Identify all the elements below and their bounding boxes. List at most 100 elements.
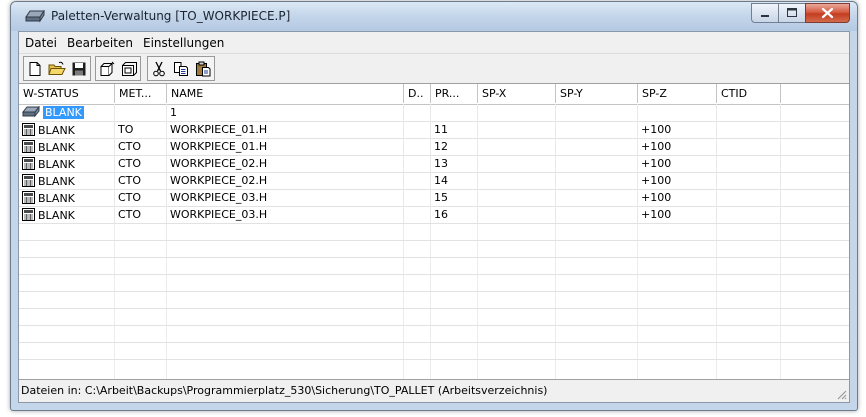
- open-button[interactable]: [46, 57, 68, 80]
- save-button[interactable]: [68, 57, 90, 80]
- cell-pr[interactable]: 11: [431, 121, 478, 138]
- minimize-button[interactable]: [751, 3, 779, 23]
- cell-pr[interactable]: [431, 104, 478, 121]
- cell-sp-z[interactable]: [638, 104, 717, 121]
- cell-d[interactable]: [404, 189, 431, 206]
- cell-status[interactable]: BLANK: [19, 104, 115, 121]
- cell-method[interactable]: CTO: [115, 206, 167, 223]
- cell-sp-z[interactable]: +100: [638, 121, 717, 138]
- cell-name[interactable]: 1: [167, 104, 404, 121]
- column-header-d[interactable]: D..: [404, 84, 431, 103]
- cell-d[interactable]: [404, 104, 431, 121]
- maximize-button[interactable]: [778, 3, 806, 23]
- cell-sp-x[interactable]: [478, 138, 556, 155]
- column-header-w-status[interactable]: W-STATUS: [19, 84, 115, 103]
- cell-ctid[interactable]: [717, 172, 781, 189]
- resize-grip-icon[interactable]: [835, 388, 847, 400]
- column-header-ctid[interactable]: CTID: [717, 84, 781, 103]
- pallet-icon: [22, 106, 40, 118]
- cell-status[interactable]: BLANK: [19, 189, 115, 206]
- cell-status[interactable]: BLANK: [19, 138, 115, 155]
- cell-status[interactable]: BLANK: [19, 206, 115, 223]
- cell-method[interactable]: CTO: [115, 172, 167, 189]
- cell-sp-z[interactable]: +100: [638, 138, 717, 155]
- frame-icon: [122, 61, 137, 76]
- cell-ctid[interactable]: [717, 206, 781, 223]
- table-row[interactable]: BLANK CTO WORKPIECE_03.H 15 +100: [19, 189, 849, 207]
- column-header-sp-z[interactable]: SP-Z: [638, 84, 717, 103]
- frame-button[interactable]: [118, 57, 140, 80]
- cell-sp-x[interactable]: [478, 104, 556, 121]
- column-header-method[interactable]: MET...: [115, 84, 167, 103]
- cell-sp-y[interactable]: [556, 121, 638, 138]
- cell-ctid[interactable]: [717, 104, 781, 121]
- menu-file[interactable]: Datei: [25, 36, 57, 50]
- cut-button[interactable]: [148, 57, 170, 80]
- cell-name[interactable]: WORKPIECE_01.H: [167, 121, 404, 138]
- pallet-table[interactable]: W-STATUS MET... NAME D.. PR... SP-X SP-Y…: [19, 83, 849, 380]
- cell-status[interactable]: BLANK: [19, 121, 115, 138]
- cell-sp-y[interactable]: [556, 138, 638, 155]
- table-row[interactable]: BLANK CTO WORKPIECE_01.H 12 +100: [19, 138, 849, 156]
- table-row[interactable]: BLANK TO WORKPIECE_01.H 11 +100: [19, 121, 849, 139]
- cell-sp-y[interactable]: [556, 104, 638, 121]
- cell-name[interactable]: WORKPIECE_03.H: [167, 189, 404, 206]
- cell-sp-z[interactable]: +100: [638, 155, 717, 172]
- cell-sp-x[interactable]: [478, 121, 556, 138]
- cell-sp-x[interactable]: [478, 155, 556, 172]
- column-header-sp-y[interactable]: SP-Y: [556, 84, 638, 103]
- cell-pr[interactable]: 15: [431, 189, 478, 206]
- cell-method[interactable]: [115, 104, 167, 121]
- table-row[interactable]: BLANK CTO WORKPIECE_02.H 13 +100: [19, 155, 849, 173]
- cell-sp-y[interactable]: [556, 172, 638, 189]
- cell-sp-x[interactable]: [478, 189, 556, 206]
- cell-d[interactable]: [404, 155, 431, 172]
- table-row[interactable]: BLANK 1: [19, 104, 849, 122]
- cell-status[interactable]: BLANK: [19, 172, 115, 189]
- column-header-pr[interactable]: PR...: [431, 84, 478, 103]
- cell-method[interactable]: CTO: [115, 189, 167, 206]
- cell-ctid[interactable]: [717, 121, 781, 138]
- new-button[interactable]: [24, 57, 46, 80]
- cell-method[interactable]: CTO: [115, 155, 167, 172]
- cell-ctid[interactable]: [717, 138, 781, 155]
- cell-name[interactable]: WORKPIECE_02.H: [167, 155, 404, 172]
- cell-d[interactable]: [404, 121, 431, 138]
- cell-sp-x[interactable]: [478, 206, 556, 223]
- cell-pr[interactable]: 16: [431, 206, 478, 223]
- cell-sp-z[interactable]: +100: [638, 189, 717, 206]
- window-controls: [751, 3, 850, 23]
- copy-button[interactable]: [170, 57, 192, 80]
- cell-name[interactable]: WORKPIECE_01.H: [167, 138, 404, 155]
- cell-name[interactable]: WORKPIECE_02.H: [167, 172, 404, 189]
- cell-sp-y[interactable]: [556, 189, 638, 206]
- cell-pr[interactable]: 12: [431, 138, 478, 155]
- close-button[interactable]: [805, 3, 850, 23]
- paste-button[interactable]: [192, 57, 214, 80]
- column-header-sp-x[interactable]: SP-X: [478, 84, 556, 103]
- cell-d[interactable]: [404, 138, 431, 155]
- cell-d[interactable]: [404, 206, 431, 223]
- clamp-button[interactable]: [96, 57, 118, 80]
- menu-edit[interactable]: Bearbeiten: [67, 36, 133, 50]
- cell-sp-z[interactable]: +100: [638, 206, 717, 223]
- cell-d[interactable]: [404, 172, 431, 189]
- cell-sp-y[interactable]: [556, 206, 638, 223]
- menu-settings[interactable]: Einstellungen: [143, 36, 224, 50]
- cell-pr[interactable]: 14: [431, 172, 478, 189]
- cell-status[interactable]: BLANK: [19, 155, 115, 172]
- cell-sp-y[interactable]: [556, 155, 638, 172]
- cell-ctid[interactable]: [717, 155, 781, 172]
- cell-sp-x[interactable]: [478, 172, 556, 189]
- table-row[interactable]: BLANK CTO WORKPIECE_03.H 16 +100: [19, 206, 849, 224]
- title-bar[interactable]: Paletten-Verwaltung [TO_WORKPIECE.P]: [11, 2, 857, 31]
- column-header-name[interactable]: NAME: [167, 84, 404, 103]
- cell-method[interactable]: TO: [115, 121, 167, 138]
- cell-sp-z[interactable]: +100: [638, 172, 717, 189]
- table-row[interactable]: BLANK CTO WORKPIECE_02.H 14 +100: [19, 172, 849, 190]
- status-label: BLANK: [43, 106, 84, 119]
- cell-ctid[interactable]: [717, 189, 781, 206]
- cell-name[interactable]: WORKPIECE_03.H: [167, 206, 404, 223]
- cell-pr[interactable]: 13: [431, 155, 478, 172]
- cell-method[interactable]: CTO: [115, 138, 167, 155]
